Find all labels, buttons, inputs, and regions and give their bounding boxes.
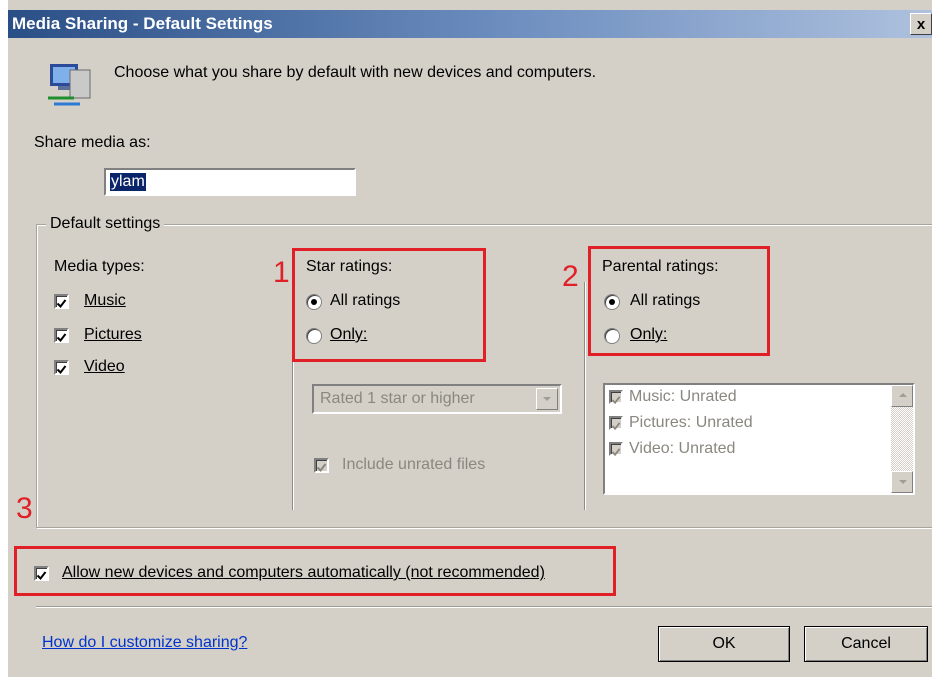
annotation-box-1 [292, 248, 486, 362]
star-rating-combo[interactable]: Rated 1 star or higher [312, 384, 562, 414]
title-bar[interactable]: Media Sharing - Default Settings x [8, 10, 932, 38]
media-types-label: Media types: [54, 258, 145, 275]
default-settings-legend: Default settings [46, 215, 165, 233]
close-button[interactable]: x [910, 13, 932, 35]
ok-button[interactable]: OK [658, 626, 790, 662]
cancel-button[interactable]: Cancel [804, 626, 928, 662]
network-sharing-icon [48, 64, 91, 106]
annotation-number-1: 1 [273, 256, 290, 289]
scroll-up-button[interactable] [891, 385, 913, 407]
chevron-up-icon [899, 393, 907, 397]
list-item-label: Video: Unrated [629, 440, 736, 457]
include-unrated-checkbox[interactable] [314, 458, 329, 473]
list-scrollbar[interactable] [891, 385, 913, 493]
list-item-checkbox[interactable] [609, 390, 623, 405]
share-name-value: ylam [110, 173, 146, 191]
list-item-label: Music: Unrated [629, 388, 737, 405]
annotation-number-3: 3 [16, 492, 33, 525]
list-item-checkbox[interactable] [609, 416, 623, 431]
star-rating-combo-value: Rated 1 star or higher [320, 390, 475, 407]
include-unrated-label[interactable]: Include unrated files [342, 456, 485, 474]
pictures-label[interactable]: Pictures [84, 326, 142, 344]
combo-arrow-button[interactable] [536, 388, 558, 410]
share-as-label: Share media as: [34, 134, 151, 151]
annotation-number-2: 2 [562, 260, 579, 293]
column-divider-2 [584, 282, 585, 510]
media-sharing-dialog: Media Sharing - Default Settings x Choos… [8, 0, 932, 677]
list-item-checkbox[interactable] [609, 442, 623, 457]
parental-ratings-list[interactable]: Music: Unrated Pictures: Unrated Video: … [603, 383, 915, 495]
pictures-check-box[interactable] [54, 328, 69, 343]
scroll-down-button[interactable] [891, 471, 913, 493]
list-item-label: Pictures: Unrated [629, 414, 753, 431]
footer-separator [36, 606, 932, 607]
video-check-box[interactable] [54, 360, 69, 375]
chevron-down-icon [899, 480, 907, 484]
help-link[interactable]: How do I customize sharing? [42, 634, 247, 652]
music-check-box[interactable] [54, 294, 69, 309]
window-title: Media Sharing - Default Settings [12, 14, 273, 33]
video-label[interactable]: Video [84, 358, 125, 376]
chevron-down-icon [543, 397, 551, 401]
music-label[interactable]: Music [84, 292, 126, 310]
share-name-input[interactable]: ylam [104, 168, 356, 196]
header-description: Choose what you share by default with ne… [114, 64, 597, 81]
annotation-box-2 [588, 246, 770, 356]
annotation-box-3 [14, 546, 616, 596]
